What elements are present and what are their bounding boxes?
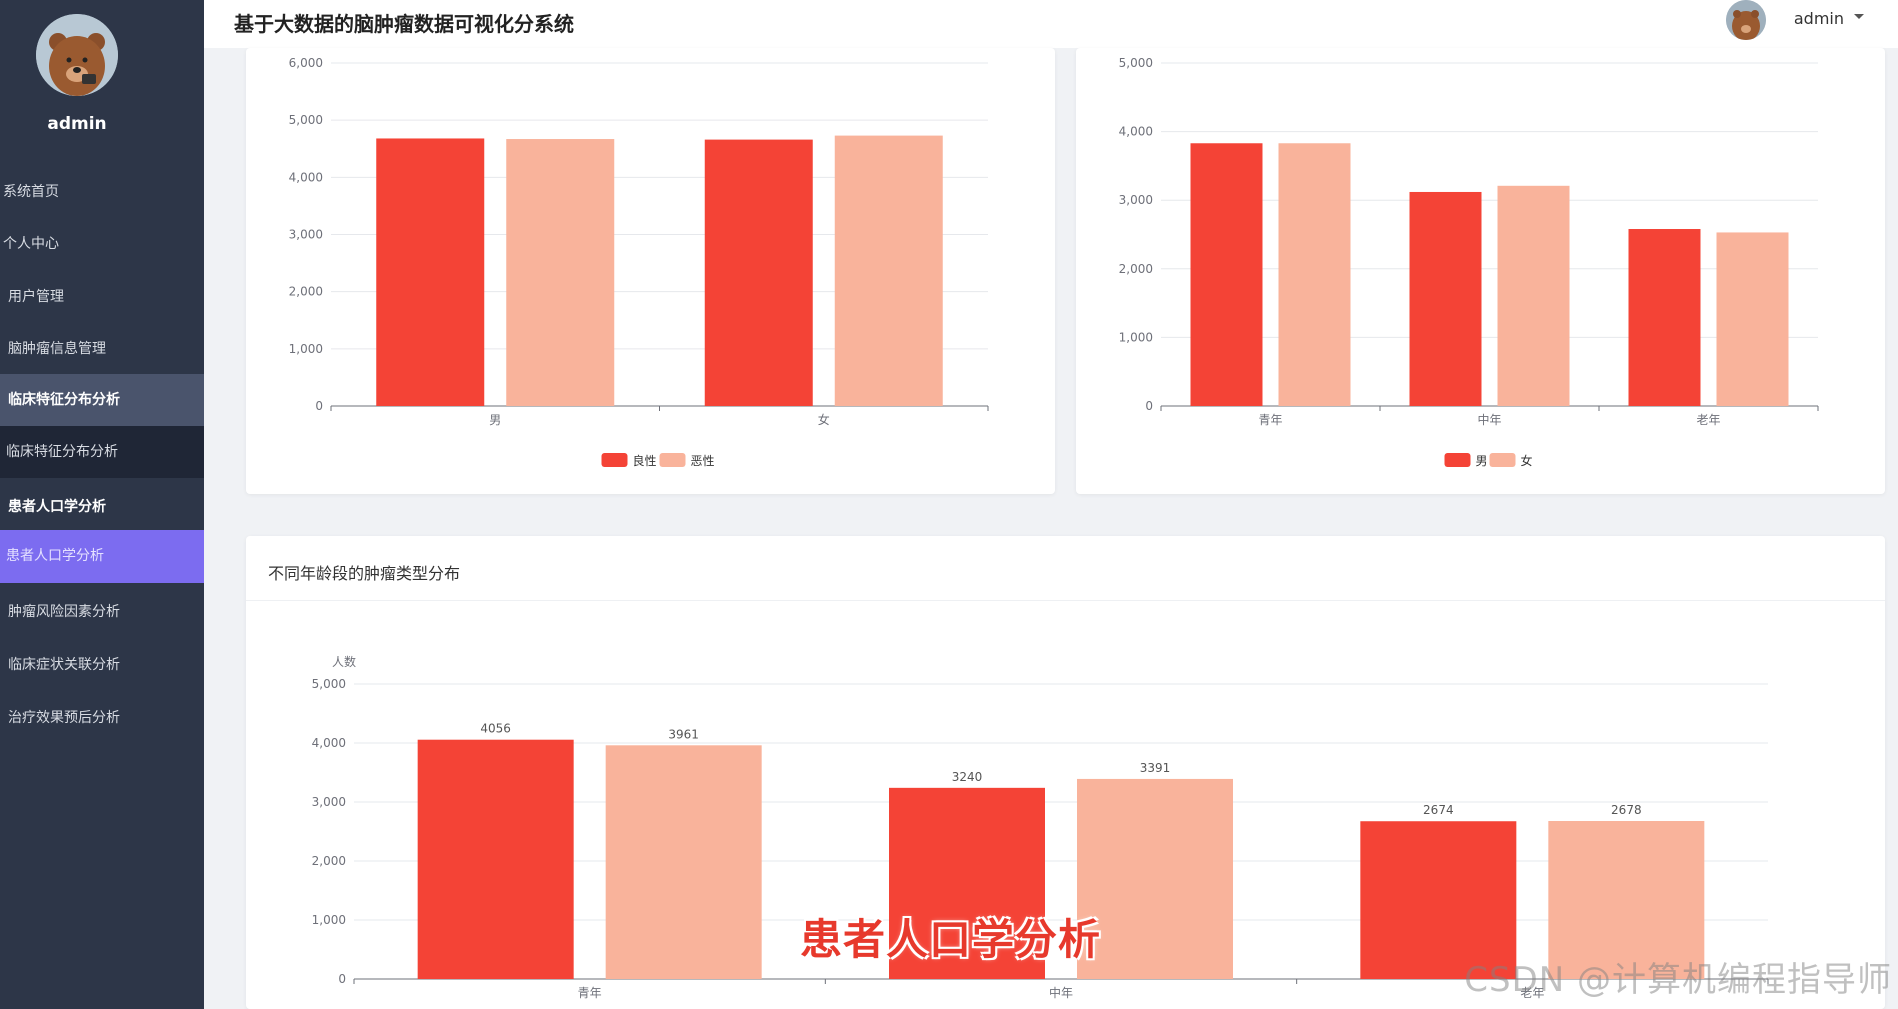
sidebar-item-label: 系统首页 (3, 184, 59, 200)
x-tick-label: 青年 (1258, 413, 1282, 427)
y-tick-label: 2,000 (312, 854, 346, 868)
sidebar-item-label: 患者人口学分析 (6, 548, 104, 564)
chart-card-age-gender: 0 1,000 2,000 3,000 4,000 5,000 青年 中年 老年男 女 (1076, 48, 1885, 494)
sidebar-item-users[interactable]: 用户管理 (0, 272, 204, 322)
y-tick-label: 0 (1145, 399, 1153, 413)
y-tick-label: 4,000 (289, 170, 323, 184)
y-tick-label: 1,000 (312, 913, 346, 927)
sidebar-item-label: 临床特征分布分析 (6, 444, 118, 460)
y-axis-label: 人数 (332, 654, 356, 669)
data-label: 3391 (1140, 761, 1171, 775)
legend-label: 良性 (633, 453, 657, 468)
x-tick-label: 青年 (578, 986, 602, 1000)
y-tick-label: 2,000 (289, 285, 323, 299)
bear-avatar-icon (36, 14, 118, 96)
legend-swatch (601, 453, 628, 467)
bear-avatar-icon (1726, 0, 1766, 40)
sidebar-item-tumor-info[interactable]: 脑肿瘤信息管理 (0, 324, 204, 374)
sidebar-item-label: 脑肿瘤信息管理 (8, 341, 106, 357)
y-tick-label: 2,000 (1119, 262, 1153, 276)
bar (1278, 143, 1351, 406)
sidebar-item-demographics-analysis[interactable]: 患者人口学分析 (0, 530, 204, 583)
sidebar-item-clinical-analysis[interactable]: 临床特征分布分析 (0, 426, 204, 478)
y-tick-label: 4,000 (1119, 125, 1153, 139)
bar (1628, 229, 1701, 406)
x-tick-label: 女 (818, 412, 830, 427)
x-tick-label: 男 (489, 413, 501, 427)
sidebar-item-symptoms[interactable]: 临床症状关联分析 (0, 640, 204, 690)
y-tick-label: 5,000 (1119, 56, 1153, 70)
bar (1716, 232, 1789, 406)
y-tick-label: 1,000 (289, 342, 323, 356)
legend-label: 女 (1521, 453, 1533, 468)
y-tick-label: 5,000 (312, 677, 346, 691)
data-label: 3240 (952, 770, 983, 784)
legend-label: 男 (1476, 454, 1488, 468)
watermark: CSDN @计算机编程指导师 (1464, 960, 1892, 1000)
bar (506, 139, 615, 406)
top-header: 基于大数据的脑肿瘤数据可视化分系统 admin (204, 0, 1898, 48)
sidebar: admin 系统首页 个人中心 用户管理 脑肿瘤信息管理 临床特征分布分析 临床… (0, 0, 204, 1009)
bar (605, 745, 762, 979)
y-tick-label: 1,000 (1119, 330, 1153, 344)
sidebar-group-demographics[interactable]: 患者人口学分析 (0, 482, 204, 532)
chart-card-gender-benign: 0 1,000 2,000 3,000 4,000 5,000 6,000 男 女良性 恶性 (246, 48, 1055, 494)
sidebar-item-label: 用户管理 (8, 289, 64, 305)
video-caption: 患者人口学分析 (800, 915, 1102, 964)
y-tick-label: 6,000 (289, 56, 323, 70)
sidebar-item-treatment[interactable]: 治疗效果预后分析 (0, 693, 204, 743)
sidebar-item-label: 临床特征分布分析 (8, 392, 120, 408)
sidebar-item-profile[interactable]: 个人中心 (0, 219, 204, 269)
data-label: 2674 (1423, 803, 1454, 817)
data-label: 4056 (480, 722, 511, 736)
y-tick-label: 3,000 (289, 228, 323, 242)
legend-label: 恶性 (691, 454, 715, 468)
header-username[interactable]: admin (1794, 9, 1844, 28)
page-title: 基于大数据的脑肿瘤数据可视化分系统 (234, 12, 574, 36)
sidebar-item-label: 肿瘤风险因素分析 (8, 604, 120, 620)
caret-down-icon[interactable] (1854, 14, 1864, 19)
bar (376, 138, 485, 406)
avatar[interactable] (36, 14, 118, 96)
bar (1409, 191, 1482, 406)
header-avatar[interactable] (1726, 0, 1766, 40)
sidebar-item-label: 患者人口学分析 (8, 499, 106, 515)
sidebar-item-label: 临床症状关联分析 (8, 657, 120, 673)
data-label: 2678 (1611, 803, 1642, 817)
chart-gender-benign: 0 1,000 2,000 3,000 4,000 5,000 6,000 男 女良性 恶性 (289, 56, 989, 468)
data-label: 3961 (668, 727, 699, 741)
y-tick-label: 4,000 (312, 736, 346, 750)
legend-swatch (1489, 453, 1516, 467)
chart-age-gender: 0 1,000 2,000 3,000 4,000 5,000 青年 中年 老年男 女 (1119, 56, 1819, 468)
y-tick-label: 5,000 (289, 113, 323, 127)
sidebar-user-name: admin (47, 114, 107, 134)
bar (704, 139, 813, 406)
legend-swatch (659, 453, 686, 467)
legend-swatch (1444, 453, 1471, 467)
y-tick-label: 3,000 (1119, 193, 1153, 207)
x-tick-label: 中年 (1049, 985, 1073, 1000)
y-tick-label: 0 (338, 972, 346, 986)
x-tick-label: 老年 (1696, 413, 1720, 427)
sidebar-item-label: 个人中心 (3, 236, 59, 252)
sidebar-item-home[interactable]: 系统首页 (0, 167, 204, 217)
y-tick-label: 0 (315, 399, 323, 413)
bar (1190, 143, 1263, 406)
y-tick-label: 3,000 (312, 795, 346, 809)
bar (1497, 185, 1570, 406)
bar (417, 739, 574, 979)
sidebar-item-label: 治疗效果预后分析 (8, 710, 120, 726)
sidebar-item-risk-factors[interactable]: 肿瘤风险因素分析 (0, 587, 204, 637)
bar (834, 135, 943, 406)
sidebar-group-clinical[interactable]: 临床特征分布分析 (0, 374, 204, 426)
x-tick-label: 中年 (1477, 412, 1501, 427)
